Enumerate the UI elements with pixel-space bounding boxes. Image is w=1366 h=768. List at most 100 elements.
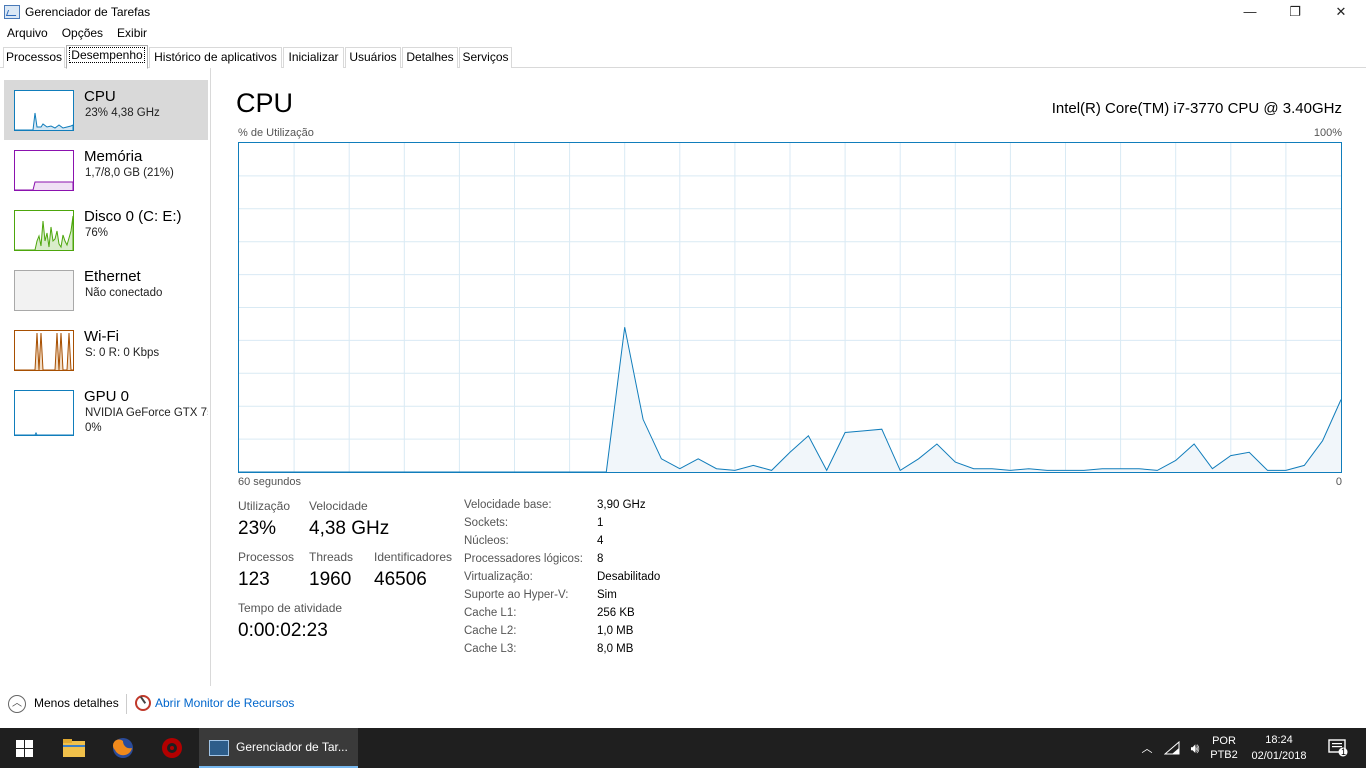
wifi-signal-icon[interactable] (1160, 728, 1184, 768)
window-title: Gerenciador de Tarefas (25, 4, 151, 19)
detail-label: Processadores lógicos: (464, 553, 583, 565)
gaming-app-button[interactable] (148, 728, 196, 768)
maximize-button[interactable]: ❐ (1272, 0, 1318, 23)
sidebar-item-gpu[interactable]: GPU 0 NVIDIA GeForce GTX 750 0% (4, 380, 208, 442)
sidebar-wifi-name: Wi-Fi (84, 328, 119, 345)
title-bar: Gerenciador de Tarefas (0, 0, 1366, 23)
taskbar-task-manager[interactable]: Gerenciador de Tar... (199, 728, 358, 768)
stat-velocidade-value: 4,38 GHz (309, 518, 390, 539)
fewer-details-button[interactable]: Menos detalhes (34, 696, 119, 710)
resource-sidebar: CPU 23% 4,38 GHz Memória 1,7/8,0 GB (21%… (0, 68, 211, 686)
firefox-button[interactable] (99, 728, 147, 768)
menu-bar: Arquivo Opções Exibir (0, 23, 1366, 43)
windows-logo-icon (15, 739, 33, 757)
sidebar-ethernet-sub: Não conectado (85, 287, 163, 299)
stat-threads-label: Threads (309, 550, 354, 564)
detail-value: 1,0 MB (597, 625, 634, 637)
disk-thumbnail-graph (14, 210, 74, 251)
tab-detalhes[interactable]: Detalhes (402, 47, 458, 68)
y-axis-max-label: 100% (1313, 127, 1342, 139)
memory-thumbnail-graph (14, 150, 74, 191)
detail-value: 3,90 GHz (597, 499, 646, 511)
footer-divider (126, 694, 127, 714)
tab-label: Processos (5, 50, 63, 64)
detail-value: 256 KB (597, 607, 635, 619)
sidebar-item-wifi[interactable]: Wi-Fi S: 0 R: 0 Kbps (4, 320, 208, 380)
x-axis-time-label: 60 segundos (238, 476, 301, 488)
input-language-indicator[interactable]: POR PTB2 (1207, 728, 1241, 768)
sidebar-item-ethernet[interactable]: Ethernet Não conectado (4, 260, 208, 320)
sidebar-gpu-util: 0% (85, 422, 102, 434)
notification-center-button[interactable]: 1 (1318, 728, 1358, 768)
y-axis-min-label: 0 (1335, 476, 1342, 488)
sidebar-item-cpu[interactable]: CPU 23% 4,38 GHz (4, 80, 208, 140)
stat-utilizacao-label: Utilização (238, 499, 291, 513)
detail-label: Cache L3: (464, 643, 517, 655)
task-manager-icon (4, 4, 20, 19)
tab-label: Desempenho (69, 47, 145, 63)
page-title: CPU (236, 88, 294, 118)
tab-desempenho[interactable]: Desempenho (66, 45, 148, 69)
sidebar-memoria-sub: 1,7/8,0 GB (21%) (85, 167, 174, 179)
clock-time: 18:24 (1265, 734, 1293, 746)
detail-value: 1 (597, 517, 604, 529)
stat-velocidade-label: Velocidade (309, 499, 368, 513)
detail-value: 8,0 MB (597, 643, 634, 655)
cpu-model-name: Intel(R) Core(TM) i7-3770 CPU @ 3.40GHz (1051, 100, 1342, 117)
stat-tempo-label: Tempo de atividade (238, 601, 343, 615)
cpu-detail-panel: CPU Intel(R) Core(TM) i7-3770 CPU @ 3.40… (212, 68, 1366, 686)
open-resource-monitor-link[interactable]: Abrir Monitor de Recursos (155, 696, 294, 710)
keyboard-layout: PTB2 (1210, 749, 1238, 761)
tray-overflow-chevron-icon[interactable]: ︿ (1137, 728, 1157, 768)
stat-identificadores-label: Identificadores (374, 550, 453, 564)
file-explorer-button[interactable] (50, 728, 98, 768)
cpu-usage-chart-svg (239, 143, 1341, 472)
folder-icon (63, 739, 85, 757)
menu-arquivo[interactable]: Arquivo (0, 26, 55, 40)
clock[interactable]: 18:24 02/01/2018 (1244, 728, 1314, 768)
sidebar-item-disco[interactable]: Disco 0 (C: E:) 76% (4, 200, 208, 260)
close-button[interactable]: ✕ (1318, 0, 1364, 23)
ethernet-thumbnail-graph (14, 270, 74, 311)
tab-processos[interactable]: Processos (3, 47, 65, 68)
detail-label: Sockets: (464, 517, 509, 529)
stat-threads-value: 1960 (309, 569, 352, 590)
tab-inicializar[interactable]: Inicializar (283, 47, 344, 68)
gpu-thumbnail-graph (14, 390, 74, 436)
tab-historico[interactable]: Histórico de aplicativos (149, 47, 282, 68)
detail-label: Núcleos: (464, 535, 509, 547)
detail-value: 8 (597, 553, 604, 565)
firefox-icon (112, 738, 133, 758)
detail-label: Velocidade base: (464, 499, 552, 511)
stat-identificadores-value: 46506 (374, 569, 427, 590)
minimize-button[interactable]: — (1227, 0, 1273, 23)
volume-icon[interactable]: 🔊︎ (1184, 728, 1206, 768)
sidebar-item-memoria[interactable]: Memória 1,7/8,0 GB (21%) (4, 140, 208, 200)
detail-value: 4 (597, 535, 604, 547)
detail-label: Suporte ao Hyper-V: (464, 589, 569, 601)
cpu-thumbnail-graph (14, 90, 74, 131)
sidebar-wifi-sub: S: 0 R: 0 Kbps (85, 347, 160, 359)
tab-servicos[interactable]: Serviços (459, 47, 512, 68)
start-button[interactable] (0, 728, 48, 768)
taskbar-app-label: Gerenciador de Tar... (236, 740, 348, 754)
tab-strip: Processos Desempenho Histórico de aplica… (0, 45, 1366, 69)
tab-usuarios[interactable]: Usuários (345, 47, 401, 68)
sidebar-cpu-name: CPU (84, 88, 116, 105)
stat-tempo-value: 0:00:02:23 (238, 620, 328, 641)
tab-label: Inicializar (288, 50, 339, 64)
task-manager-taskbar-icon (209, 740, 229, 756)
taskbar: Gerenciador de Tar... ︿ 🔊︎ POR PTB2 18:2… (0, 728, 1366, 768)
menu-exibir[interactable]: Exibir (110, 26, 154, 40)
clock-date: 02/01/2018 (1251, 750, 1307, 762)
stat-processos-value: 123 (238, 569, 270, 590)
cpu-usage-graph (238, 142, 1342, 473)
notification-count: 1 (1341, 747, 1347, 757)
tab-label: Detalhes (406, 50, 454, 64)
menu-opcoes[interactable]: Opções (55, 26, 110, 40)
wifi-thumbnail-graph (14, 330, 74, 371)
chevron-up-icon[interactable]: ︿ (8, 695, 26, 713)
stat-utilizacao-value: 23% (238, 518, 277, 539)
resource-monitor-icon[interactable] (135, 695, 151, 711)
detail-label: Cache L1: (464, 607, 517, 619)
